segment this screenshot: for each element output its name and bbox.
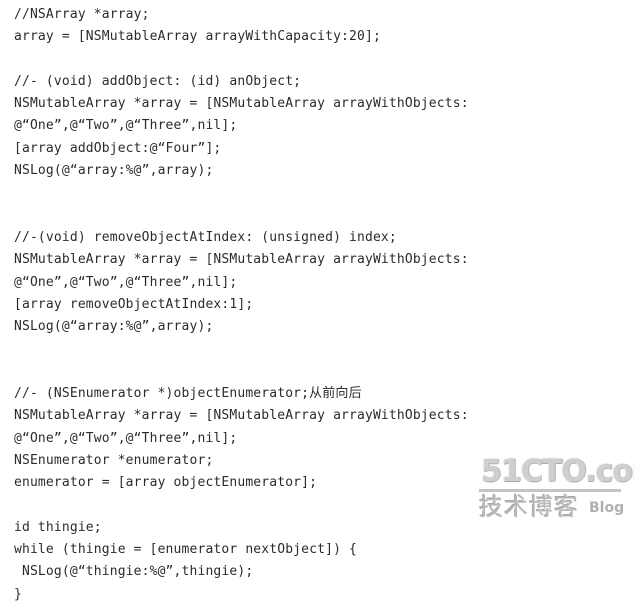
- code-line: }: [14, 586, 22, 602]
- code-lines-container: //NSArray *array; array = [NSMutableArray…: [14, 4, 634, 606]
- code-line: NSMutableArray *array = [NSMutableArray …: [14, 96, 469, 112]
- code-line: NSLog(@“array:%@”,array);: [14, 163, 214, 179]
- code-line: NSLog(@“thingie:%@”,thingie);: [14, 564, 254, 580]
- code-line: id thingie;: [14, 519, 102, 535]
- code-line: //- (void) addObject: (id) anObject;: [14, 73, 302, 89]
- code-line: //- (NSEnumerator *)objectEnumerator;从前向…: [14, 386, 362, 402]
- code-line: enumerator = [array objectEnumerator];: [14, 475, 318, 491]
- code-line: //-(void) removeObjectAtIndex: (unsigned…: [14, 229, 397, 245]
- code-line: NSMutableArray *array = [NSMutableArray …: [14, 252, 469, 268]
- code-snippet-canvas: //NSArray *array; array = [NSMutableArray…: [0, 0, 634, 602]
- code-line: NSMutableArray *array = [NSMutableArray …: [14, 408, 469, 424]
- code-line: @“One”,@“Two”,@“Three”,nil];: [14, 430, 238, 446]
- code-line: NSLog(@“array:%@”,array);: [14, 319, 214, 335]
- code-line: [array addObject:@“Four”];: [14, 140, 222, 156]
- code-line: @“One”,@“Two”,@“Three”,nil];: [14, 118, 238, 134]
- code-line: while (thingie = [enumerator nextObject]…: [14, 542, 357, 558]
- code-line: array = [NSMutableArray arrayWithCapacit…: [14, 29, 381, 45]
- code-line: [array removeObjectAtIndex:1];: [14, 296, 254, 312]
- code-line: //NSArray *array;: [14, 7, 150, 22]
- code-line: NSEnumerator *enumerator;: [14, 452, 214, 468]
- code-line: @“One”,@“Two”,@“Three”,nil];: [14, 274, 238, 290]
